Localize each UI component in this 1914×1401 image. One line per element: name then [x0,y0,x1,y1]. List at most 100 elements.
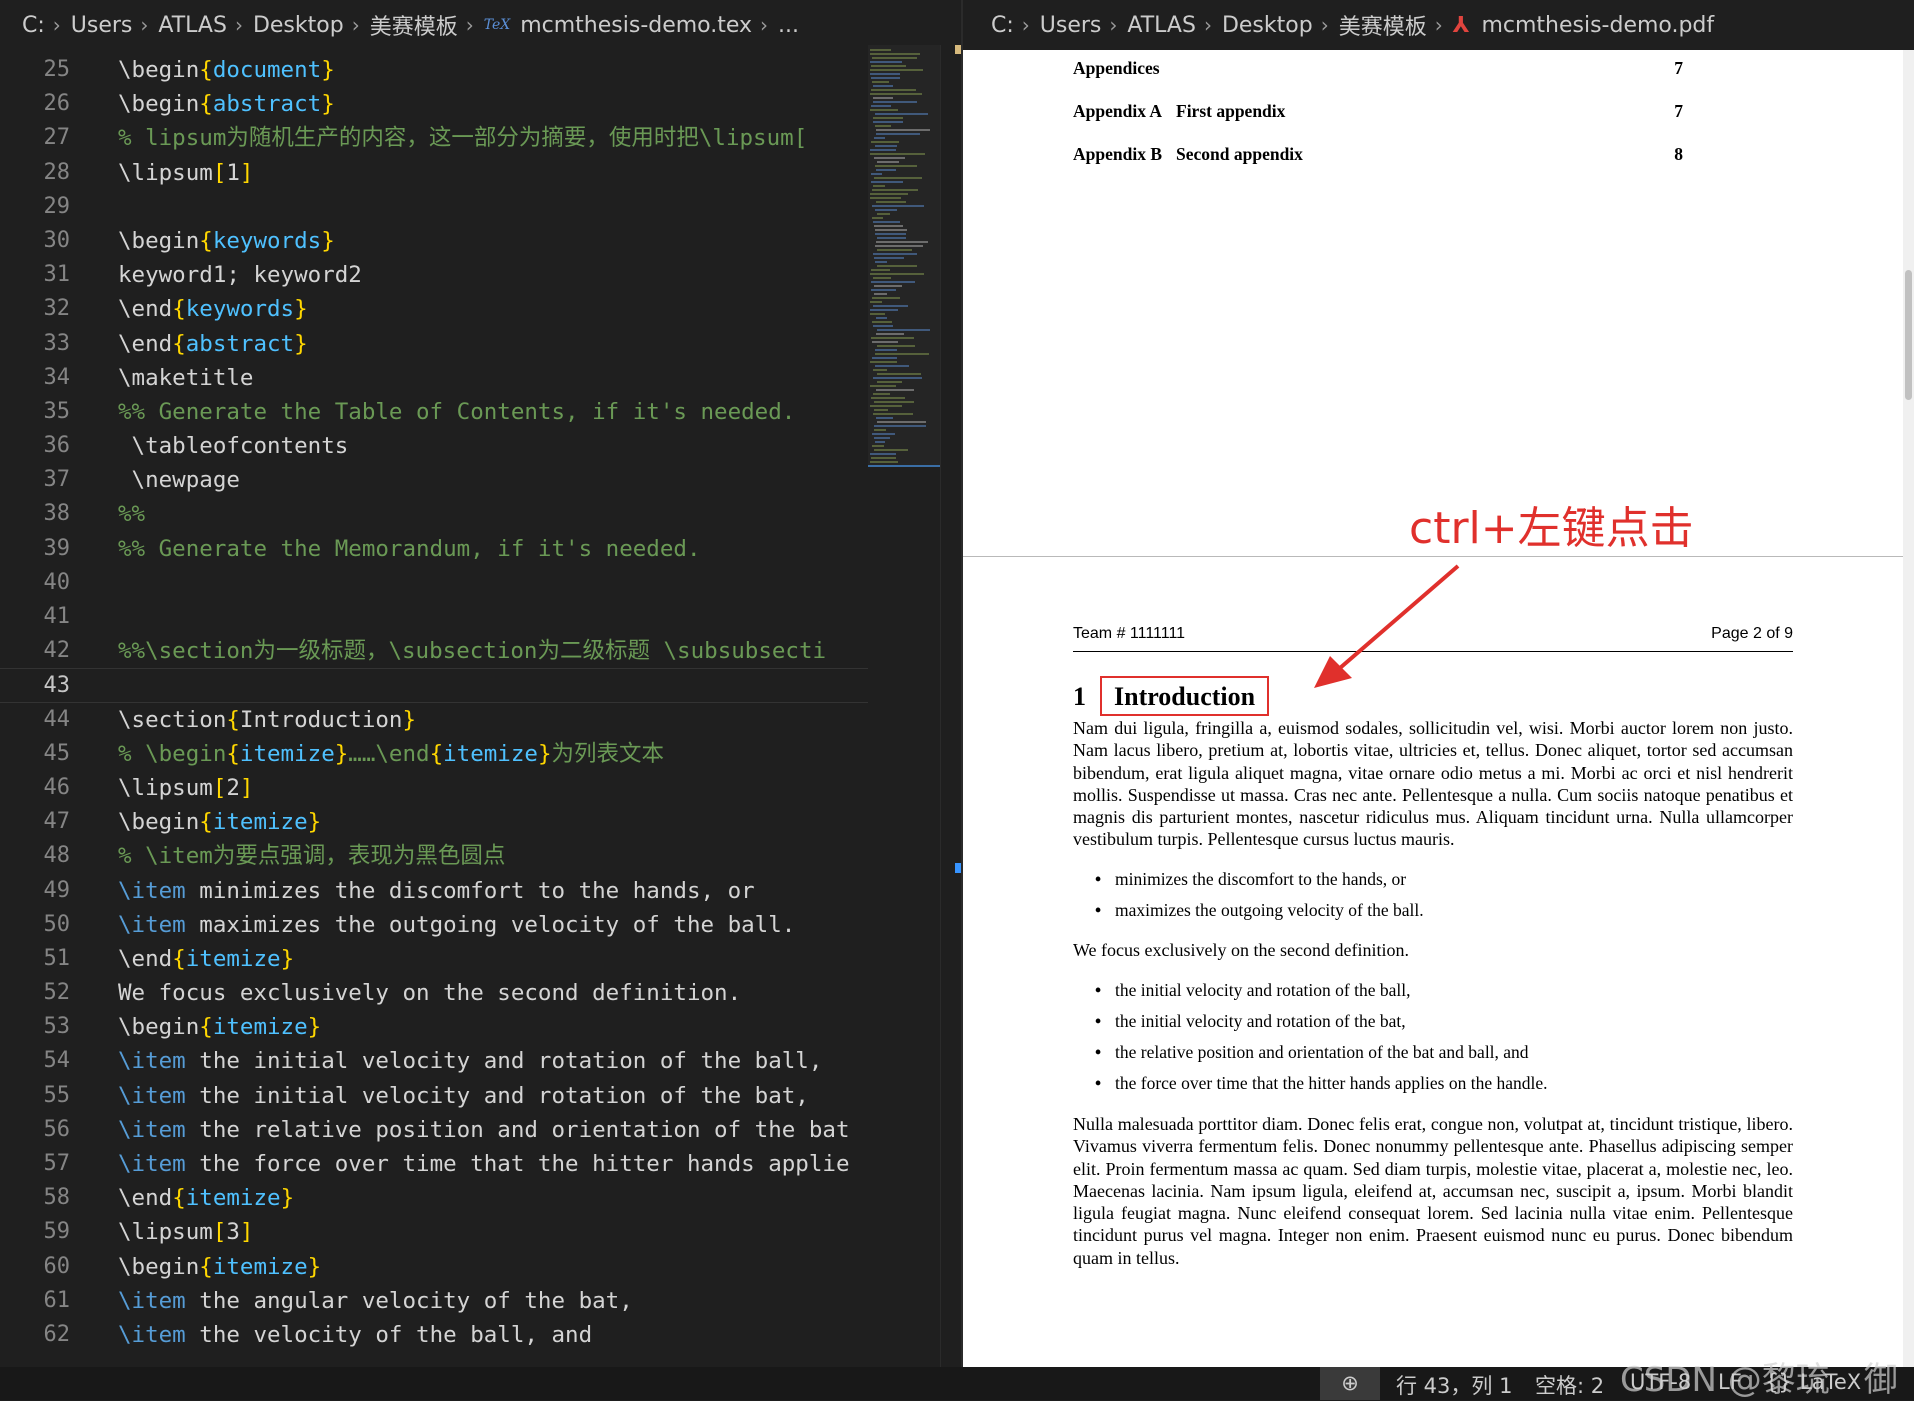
breadcrumb-item[interactable]: mcmthesis-demo.pdf [1481,13,1714,38]
line-number: 35 [43,398,71,424]
line-number: 59 [43,1219,71,1245]
editor-scrollbar[interactable] [940,45,961,1367]
minimap-line [870,273,924,275]
section-title-highlighted[interactable]: Introduction [1100,676,1270,716]
pdf-page-1: Appendices 7 Appendix A First appendix 7 … [963,50,1903,556]
pdf-scroll-thumb[interactable] [1905,270,1912,400]
toc-entry-appendix-b[interactable]: Appendix B Second appendix 8 [1073,144,1683,165]
indentation-setting[interactable]: 空格: 2 [1535,1370,1604,1400]
pdf-scrollbar[interactable] [1903,50,1914,1367]
toc-page-number: 8 [1674,144,1683,164]
cursor-position[interactable]: 行 43，列 1 [1396,1370,1512,1400]
code-editor[interactable]: 25 \begin{document} 26 \begin{abstract} 27 % … [0,53,868,1367]
code-line[interactable]: 46 \lipsum[2] [0,771,868,805]
code-line[interactable]: 57 \item the force over time that the hit… [0,1147,868,1181]
code-line[interactable]: 29 [0,190,868,224]
code-line[interactable]: 49 \item minimizes the discomfort to the … [0,874,868,908]
code-line[interactable]: 45 % \begin{itemize}……\end{itemize}为列表文本 [0,737,868,771]
code-line[interactable]: 59 \lipsum[3] [0,1215,868,1249]
minimap-line [870,453,896,455]
breadcrumb-item[interactable]: mcmthesis-demo.tex [520,13,752,38]
toc-entry-appendices[interactable]: Appendices 7 [1073,58,1683,79]
code-line[interactable]: 48 % \item为要点强调，表现为黑色圆点 [0,839,868,873]
code-line[interactable]: 51 \end{itemize} [0,942,868,976]
chevron-right-icon: › [234,13,243,37]
code-line[interactable]: 27 % lipsum为随机生产的内容，这一部分为摘要，使用时把\lipsum[ [0,121,868,155]
code-line[interactable]: 33 \end{abstract} [0,327,868,361]
code-line[interactable]: 40 [0,566,868,600]
minimap-line [872,357,897,359]
code-line[interactable]: 34 \maketitle [0,361,868,395]
minimap-line [872,297,900,299]
minimap[interactable] [868,45,940,1367]
minimap-line [877,213,890,215]
minimap-line [870,49,891,51]
breadcrumb-item[interactable]: ... [778,13,799,38]
code-line[interactable]: 50 \item maximizes the outgoing velocity … [0,908,868,942]
code-line[interactable]: 35 %% Generate the Table of Contents, if … [0,395,868,429]
minimap-line [874,401,914,403]
code-line[interactable]: 41 [0,600,868,634]
code-line[interactable]: 54 \item the initial velocity and rotatio… [0,1044,868,1078]
line-number: 37 [43,467,71,493]
minimap-line [876,133,920,135]
pdf-file-icon: ⅄ [1452,12,1470,38]
minimap-line [874,425,926,427]
minimap-line [875,349,897,351]
code-line[interactable]: 26 \begin{abstract} [0,87,868,121]
minimap-line [871,281,915,283]
breadcrumb-item[interactable]: C: [991,13,1014,38]
minimap-line [873,185,885,187]
zoom-icon[interactable]: ⊕ [1320,1367,1380,1400]
code-line[interactable]: 25 \begin{document} [0,53,868,87]
code-line[interactable]: 43 [0,668,868,703]
code-line[interactable]: 39 %% Generate the Memorandum, if it's ne… [0,532,868,566]
minimap-line [873,117,903,119]
code-line[interactable]: 30 \begin{keywords} [0,224,868,258]
code-line[interactable]: 36 \tableofcontents [0,429,868,463]
code-line[interactable]: 32 \end{keywords} [0,292,868,326]
code-line[interactable]: 44 \section{Introduction} [0,703,868,737]
minimap-line [877,265,917,267]
minimap-line [876,241,928,243]
breadcrumb-item[interactable]: 美赛模板 [1339,9,1427,41]
code-line[interactable]: 52 We focus exclusively on the second def… [0,976,868,1010]
code-line[interactable]: 47 \begin{itemize} [0,805,868,839]
minimap-line [870,93,922,95]
code-text: \begin{keywords} [118,227,335,254]
breadcrumb-item[interactable]: Users [71,13,133,38]
breadcrumb-item[interactable]: Users [1040,13,1102,38]
line-number: 61 [43,1287,71,1313]
code-line[interactable]: 38%% [0,497,868,531]
line-number: 56 [43,1116,71,1142]
code-line[interactable]: 53 \begin{itemize} [0,1010,868,1044]
section-heading[interactable]: 1 Introduction [1073,676,1270,716]
breadcrumb-item[interactable]: ATLAS [1127,13,1196,38]
minimap-line [875,165,917,167]
code-line[interactable]: 37 \newpage [0,463,868,497]
minimap-line [876,417,893,419]
breadcrumb-item[interactable]: Desktop [253,13,344,38]
breadcrumb-item[interactable]: 美赛模板 [370,9,458,41]
breadcrumb-item[interactable]: Desktop [1222,13,1313,38]
toc-entry-appendix-a[interactable]: Appendix A First appendix 7 [1073,101,1683,122]
code-line[interactable]: 60 \begin{itemize} [0,1250,868,1284]
code-line[interactable]: 31 keyword1; keyword2 [0,258,868,292]
code-line[interactable]: 58 \end{itemize} [0,1181,868,1215]
code-line[interactable]: 62 \item the velocity of the ball, and [0,1318,868,1352]
code-line[interactable]: 55 \item the initial velocity and rotatio… [0,1079,868,1113]
section-number: 1 [1073,682,1086,711]
code-line[interactable]: 61 \item the angular velocity of the bat, [0,1284,868,1318]
code-text: \begin{abstract} [118,91,335,118]
watermark: CSDN @黎琉 御 [1620,1360,1898,1400]
minimap-line [877,249,912,251]
code-line[interactable]: 28 \lipsum[1] [0,156,868,190]
code-line[interactable]: 56 \item the relative position and orient… [0,1113,868,1147]
minimap-line [874,409,888,411]
code-text: \item the angular velocity of the bat, [118,1287,633,1314]
team-number: Team # 1111111 [1073,625,1186,642]
code-line[interactable]: 42 %%\section为一级标题，\subsection为二级标题 \subs… [0,634,868,668]
breadcrumb-item[interactable]: C: [22,13,45,38]
breadcrumb-item[interactable]: ATLAS [158,13,227,38]
line-number: 33 [43,330,71,356]
